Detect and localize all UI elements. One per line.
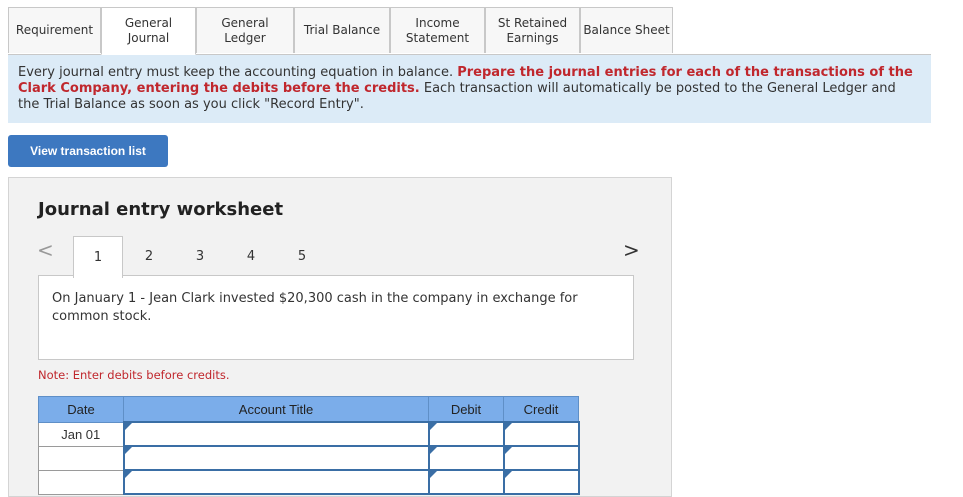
debit-input[interactable] [427,469,505,495]
instruction-text: Every journal entry must keep the accoun… [18,65,458,80]
worksheet-title: Journal entry worksheet [38,199,284,220]
page-tab-1[interactable]: 1 [73,236,123,278]
journal-entry-table: Date Account Title Debit Credit Jan 01 [38,396,580,495]
table-row [38,469,580,495]
account-title-column-header: Account Title [123,396,429,423]
tab-balance-sheet[interactable]: Balance Sheet [580,7,673,53]
tab-trial-balance[interactable]: Trial Balance [294,7,390,53]
dropdown-marker-icon [124,423,132,430]
credit-input[interactable] [502,469,580,495]
table-row [38,445,580,471]
transaction-description: On January 1 - Jean Clark invested $20,3… [38,275,634,360]
debit-column-header: Debit [428,396,504,423]
tab-st-retained-earnings[interactable]: St Retained Earnings [485,7,580,53]
tab-requirement[interactable]: Requirement [8,7,101,53]
dropdown-marker-icon [124,471,132,478]
view-transaction-list-button[interactable]: View transaction list [8,135,168,167]
tab-general-ledger[interactable]: General Ledger [196,7,294,53]
journal-entry-worksheet-panel: Journal entry worksheet < 1 2 3 4 5 > On… [8,177,672,497]
account-title-input[interactable] [122,421,430,447]
debit-input[interactable] [427,445,505,471]
account-title-input[interactable] [122,445,430,471]
input-marker-icon [429,423,437,430]
input-marker-icon [504,471,512,478]
page-tab-3[interactable]: 3 [175,236,225,276]
input-marker-icon [504,447,512,454]
credit-input[interactable] [502,445,580,471]
next-arrow-icon[interactable]: > [623,238,640,262]
page-tab-5[interactable]: 5 [277,236,327,276]
date-cell[interactable] [38,445,124,471]
input-marker-icon [504,423,512,430]
tab-general-journal[interactable]: General Journal [101,7,196,55]
account-title-input[interactable] [122,469,430,495]
page-tab-4[interactable]: 4 [226,236,276,276]
input-marker-icon [429,447,437,454]
instruction-banner: Every journal entry must keep the accoun… [8,55,931,123]
debit-credit-note: Note: Enter debits before credits. [38,368,230,382]
date-cell: Jan 01 [38,421,124,447]
tab-bar: Requirement General Journal General Ledg… [8,7,931,55]
credit-column-header: Credit [503,396,579,423]
prev-arrow-icon[interactable]: < [37,238,54,262]
tab-income-statement[interactable]: Income Statement [390,7,485,53]
table-row: Jan 01 [38,421,580,447]
dropdown-marker-icon [124,447,132,454]
input-marker-icon [429,471,437,478]
credit-input[interactable] [502,421,580,447]
table-header-row: Date Account Title Debit Credit [38,396,579,423]
debit-input[interactable] [427,421,505,447]
date-column-header: Date [38,396,124,423]
date-cell[interactable] [38,469,124,495]
page-tab-2[interactable]: 2 [124,236,174,276]
